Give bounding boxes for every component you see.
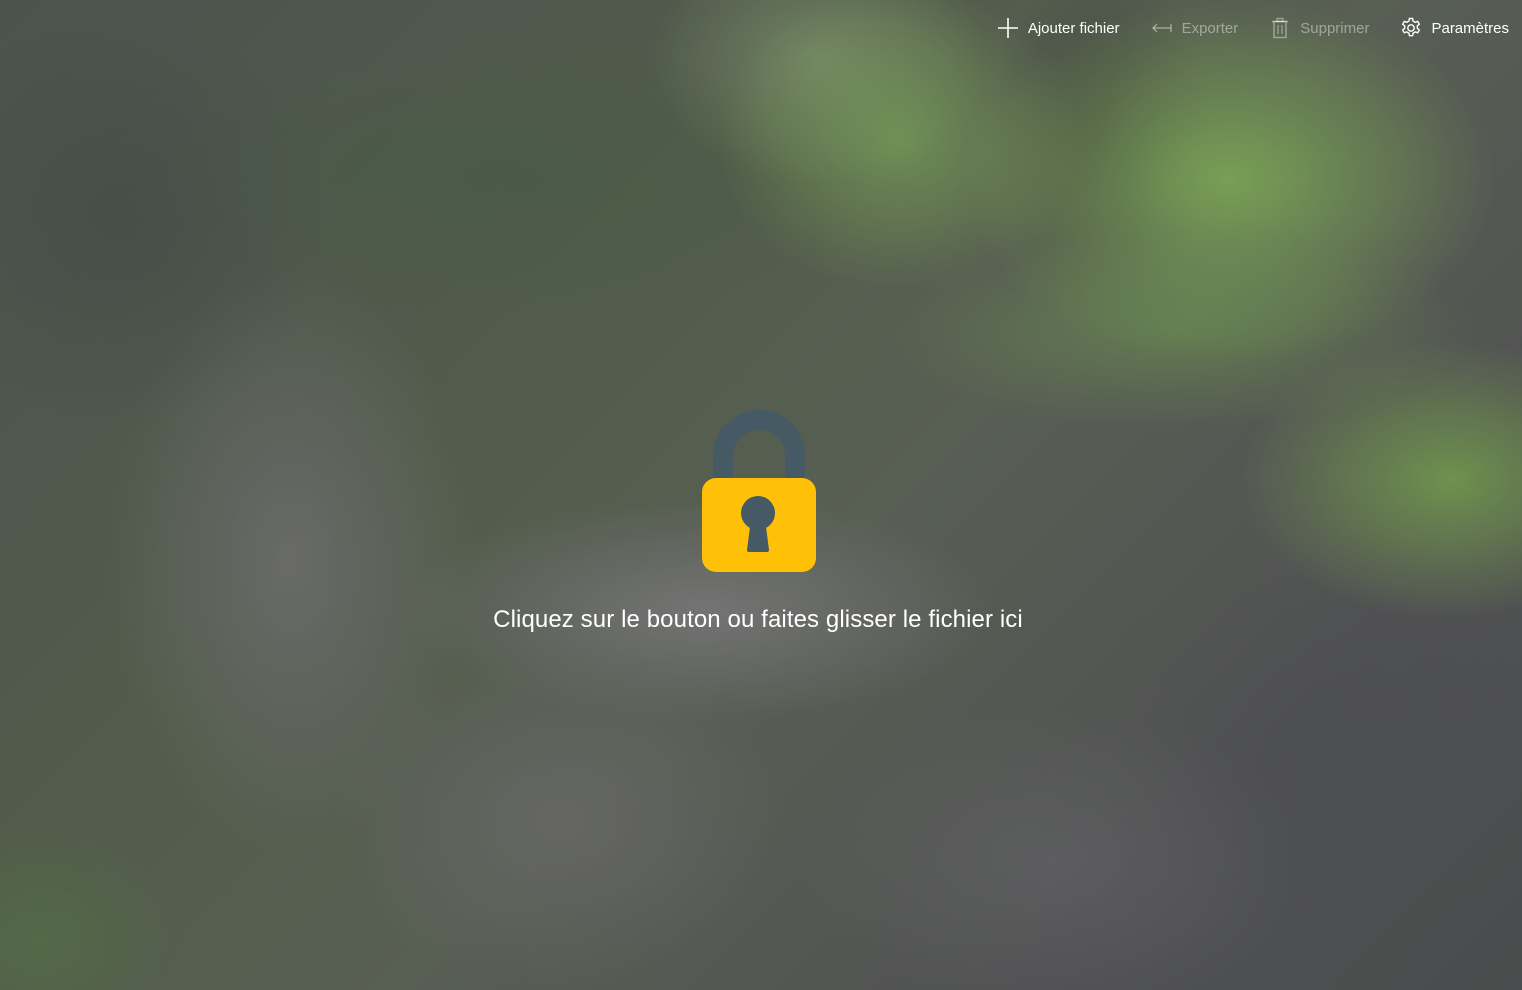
arrow-left-icon	[1151, 17, 1173, 39]
command-bar: Ajouter fichier Exporter Supprimer Param…	[966, 0, 1522, 56]
add-file-label: Ajouter fichier	[1027, 19, 1120, 37]
gear-icon	[1400, 17, 1422, 39]
file-drop-zone[interactable]: Cliquez sur le bouton ou faites glisser …	[0, 0, 1522, 990]
padlock-icon	[702, 410, 816, 572]
settings-button[interactable]: Paramètres	[1400, 8, 1509, 48]
export-label: Exporter	[1181, 19, 1239, 37]
add-file-button[interactable]: Ajouter fichier	[997, 8, 1120, 48]
settings-label: Paramètres	[1431, 19, 1509, 37]
drop-hint-text: Cliquez sur le bouton ou faites glisser …	[493, 606, 1023, 633]
plus-icon	[997, 17, 1019, 39]
delete-label: Supprimer	[1300, 19, 1370, 37]
trash-icon	[1269, 17, 1291, 39]
delete-button[interactable]: Supprimer	[1269, 8, 1369, 48]
export-button[interactable]: Exporter	[1151, 8, 1239, 48]
